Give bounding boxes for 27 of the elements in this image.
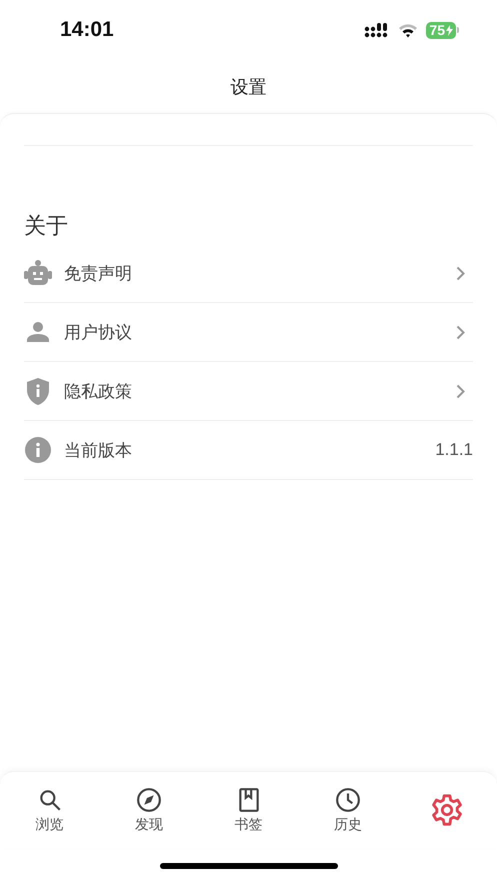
settings-row[interactable]: 用户协议 <box>24 303 473 362</box>
tab-item[interactable]: 历史 <box>298 772 398 848</box>
person-icon <box>24 322 52 342</box>
chevron-icon <box>456 266 465 280</box>
wifi-icon <box>398 22 418 38</box>
chevron-icon <box>456 324 465 340</box>
version-value: 1.1.1 <box>435 440 473 460</box>
info-icon <box>24 437 52 463</box>
robot-icon <box>24 260 52 286</box>
battery-icon: 75 <box>426 22 459 38</box>
settings-row[interactable]: 隐私政策 <box>24 362 473 421</box>
row-label: 用户协议 <box>64 322 133 344</box>
tab-item[interactable]: 书签 <box>198 772 298 848</box>
clock-icon <box>334 786 361 812</box>
page-title: 设置 <box>230 76 266 98</box>
row-label: 隐私政策 <box>64 380 133 402</box>
tab-item[interactable]: 发现 <box>99 772 199 848</box>
compass-icon <box>136 786 162 812</box>
settings-row[interactable]: 免责声明 <box>24 244 473 303</box>
chevron-icon <box>456 384 465 398</box>
settings-icon <box>430 793 464 827</box>
row-label: 当前版本 <box>64 440 133 462</box>
row-label: 免责声明 <box>64 262 133 284</box>
status-time: 14:01 <box>60 18 114 42</box>
tab-item[interactable]: 浏览 <box>0 772 100 848</box>
shield-icon <box>24 378 52 404</box>
section-title: 关于 <box>24 213 69 241</box>
